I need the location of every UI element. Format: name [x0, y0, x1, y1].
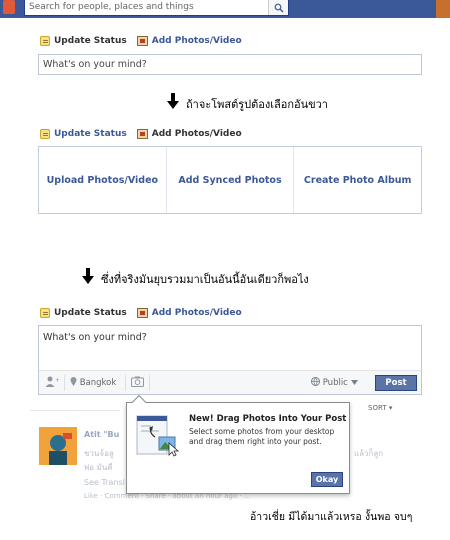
composer-tabs: Update Status Add Photos/Video: [40, 127, 252, 141]
photo-icon: [136, 36, 148, 46]
story-text-line: ชวนจ้อลู: [84, 449, 114, 458]
caret-down-icon: [350, 380, 358, 385]
tab-label: Update Status: [54, 308, 127, 318]
story-text-line: พ่อ มันคื: [84, 463, 113, 472]
add-synced-photos-button[interactable]: Add Synced Photos: [167, 147, 295, 213]
location-pin-icon: [70, 377, 77, 386]
tag-people-icon[interactable]: +: [45, 376, 60, 391]
add-photo-button[interactable]: [131, 376, 144, 390]
facebook-logo-icon[interactable]: [3, 0, 15, 14]
tab-label: Add Photos/Video: [151, 308, 242, 318]
down-arrow-icon: [82, 268, 94, 288]
upload-photos-video-button[interactable]: Upload Photos/Video: [39, 147, 167, 213]
composer-tabs: Update Status Add Photos/Video: [40, 306, 252, 320]
search-button[interactable]: [268, 0, 288, 15]
tab-label: Update Status: [54, 129, 127, 139]
annotation-text: อ้าวเชี่ย มีได้มาแล้วเหรอ งั้นพอ จบๆ: [250, 511, 413, 523]
location-label: Bangkok: [79, 378, 117, 388]
tab-add-photos-video[interactable]: Add Photos/Video: [136, 129, 242, 139]
svg-text:+: +: [55, 377, 59, 384]
tab-update-status[interactable]: Update Status: [40, 36, 127, 46]
tab-label: Add Photos/Video: [151, 36, 242, 46]
tab-update-status[interactable]: Update Status: [40, 308, 127, 318]
audience-selector[interactable]: Public: [311, 377, 358, 388]
story-author-name[interactable]: Atit "Bu: [84, 430, 119, 439]
tooltip-title: New! Drag Photos Into Your Post: [189, 414, 347, 424]
post-composer[interactable]: What's on your mind? + Bangkok Public Po…: [38, 325, 422, 395]
tab-label: Add Photos/Video: [151, 129, 242, 139]
annotation-text: ซึ่งที่จริงมันยุบรวมมาเป็นอันนี้อันเดียว…: [101, 273, 309, 286]
sort-dropdown[interactable]: SORT ▾: [368, 404, 392, 412]
down-arrow-icon: [167, 93, 179, 113]
status-input[interactable]: What's on your mind?: [38, 54, 422, 75]
create-photo-album-button[interactable]: Create Photo Album: [294, 147, 421, 213]
post-button[interactable]: Post: [375, 375, 417, 391]
story-text-line: แล้วก็ลูก: [354, 449, 384, 458]
sort-label: SORT: [368, 404, 387, 412]
drag-photos-illustration-icon: [136, 415, 180, 457]
status-icon: [40, 308, 50, 318]
location-button[interactable]: Bangkok: [70, 377, 116, 388]
profile-avatar[interactable]: [436, 0, 450, 18]
audience-label: Public: [322, 378, 348, 388]
composer-tabs: Update Status Add Photos/Video: [40, 34, 252, 48]
okay-button[interactable]: Okay: [311, 472, 343, 487]
tab-label: Update Status: [54, 36, 127, 46]
status-icon: [40, 36, 50, 46]
tab-update-status[interactable]: Update Status: [40, 129, 127, 139]
search-icon: [274, 3, 284, 13]
tooltip-caret: [131, 394, 147, 410]
photo-upload-options: Upload Photos/Video Add Synced Photos Cr…: [38, 146, 422, 214]
feed-divider: [30, 410, 120, 411]
globe-icon: [311, 377, 320, 386]
camera-icon: [131, 376, 144, 387]
annotation-text: ถ้าจะโพสต์รูปต้องเลือกอันขวา: [186, 98, 328, 111]
photo-icon: [136, 129, 148, 139]
status-icon: [40, 129, 50, 139]
tab-add-photos-video[interactable]: Add Photos/Video: [136, 36, 242, 46]
search-input[interactable]: Search for people, places and things: [24, 0, 289, 16]
composer-placeholder: What's on your mind?: [43, 332, 147, 343]
search-placeholder: Search for people, places and things: [29, 2, 194, 12]
status-placeholder: What's on your mind?: [43, 59, 147, 70]
story-author-avatar[interactable]: [39, 427, 77, 465]
composer-toolbar: + Bangkok Public Post: [39, 370, 421, 394]
tooltip-body: Select some photos from your desktop and…: [189, 427, 335, 446]
see-translation-link[interactable]: See Transl: [84, 478, 125, 487]
photo-icon: [136, 308, 148, 318]
drag-photos-tooltip: New! Drag Photos Into Your Post Select s…: [126, 394, 350, 494]
tab-add-photos-video[interactable]: Add Photos/Video: [136, 308, 242, 318]
